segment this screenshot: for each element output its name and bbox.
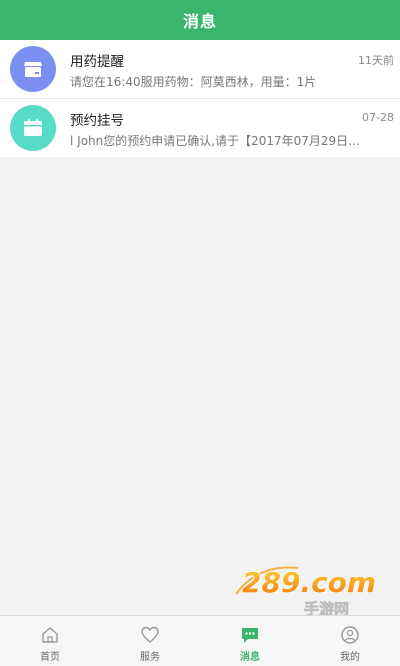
tab-messages[interactable]: 消息 bbox=[200, 616, 300, 666]
message-title: 用药提醒 bbox=[70, 54, 124, 70]
heart-icon bbox=[141, 626, 159, 643]
tab-label: 服务 bbox=[140, 652, 160, 663]
tab-home[interactable]: 首页 bbox=[0, 616, 100, 666]
message-time: 07-28 bbox=[362, 111, 394, 124]
message-preview: 请您在16:40服用药物：阿莫西林，用量：1片 bbox=[70, 75, 317, 89]
site-watermark-logo: 289.com 手游网 bbox=[235, 565, 377, 618]
message-preview: l John您的预约申请已确认,请于【2017年07月29日... bbox=[70, 134, 360, 148]
chat-bubble-icon bbox=[242, 628, 258, 643]
tab-profile[interactable]: 我的 bbox=[300, 616, 400, 666]
message-list: 用药提醒 11天前 请您在16:40服用药物：阿莫西林，用量：1片 预约挂号 0… bbox=[0, 40, 400, 157]
message-time: 11天前 bbox=[358, 54, 394, 67]
message-item-appointment[interactable]: 预约挂号 07-28 l John您的预约申请已确认,请于【2017年07月29… bbox=[0, 99, 400, 157]
top-bar: 消息 bbox=[0, 0, 400, 40]
bottom-tab-bar: 首页 服务 消息 我的 bbox=[0, 615, 400, 666]
home-icon bbox=[42, 627, 58, 643]
tab-services[interactable]: 服务 bbox=[100, 616, 200, 666]
user-icon bbox=[341, 626, 359, 644]
tab-label: 首页 bbox=[40, 652, 60, 663]
tab-label: 消息 bbox=[240, 652, 260, 663]
medicine-box-icon bbox=[10, 46, 56, 92]
tab-label: 我的 bbox=[340, 652, 360, 663]
page-title: 消息 bbox=[182, 12, 217, 31]
message-title: 预约挂号 bbox=[70, 113, 124, 129]
calendar-icon bbox=[10, 105, 56, 151]
svg-text:289.com: 289.com bbox=[242, 566, 376, 599]
message-item-medication-reminder[interactable]: 用药提醒 11天前 请您在16:40服用药物：阿莫西林，用量：1片 bbox=[0, 40, 400, 99]
